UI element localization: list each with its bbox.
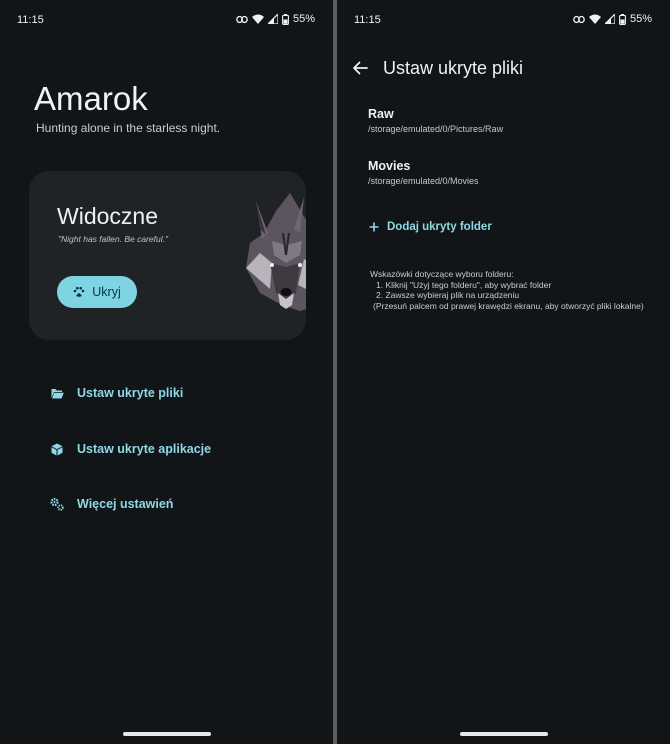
battery-icon: [282, 13, 289, 25]
status-icons: 55%: [236, 13, 315, 25]
app-title: Amarok: [34, 80, 148, 117]
folder-open-icon: [50, 386, 64, 400]
hint-step: 2. Zawsze wybieraj plik na urządzeniu: [376, 290, 520, 301]
hide-button[interactable]: Ukryj: [57, 276, 137, 308]
folder-name: Raw: [368, 107, 394, 121]
hint-note: (Przesuń palcem od prawej krawędzi ekran…: [373, 301, 644, 312]
top-app-bar: Ustaw ukryte pliki: [349, 57, 523, 79]
gears-icon: [50, 497, 64, 511]
link-icon: [573, 15, 585, 23]
signal-icon: [267, 14, 278, 24]
hint-step: 1. Kliknij "Użyj tego folderu", aby wybr…: [376, 279, 552, 290]
hidden-files-screen: 11:15 55% Ustaw ukryte pliki Raw /storag…: [337, 0, 670, 744]
hide-button-label: Ukryj: [92, 285, 121, 299]
gesture-nav-bar[interactable]: [122, 732, 211, 736]
paw-icon: [73, 286, 85, 297]
status-card-title: Widoczne: [57, 203, 158, 229]
plus-icon: [369, 222, 379, 232]
battery-percent: 55%: [292, 13, 315, 25]
signal-icon: [604, 14, 615, 24]
menu-item-hidden-files[interactable]: Ustaw ukryte pliki: [50, 386, 183, 400]
page-title: Ustaw ukryte pliki: [383, 57, 524, 78]
status-card-subtitle: "Night has fallen. Be careful.": [58, 234, 168, 244]
status-bar: 11:15 55%: [17, 13, 315, 29]
wifi-icon: [251, 14, 264, 24]
hints-heading: Wskazówki dotyczące wyboru folderu:: [370, 269, 514, 279]
add-folder-label: Dodaj ukryty folder: [387, 221, 492, 233]
status-icons: 55%: [573, 13, 652, 25]
cube-icon: [50, 442, 64, 456]
app-tagline: Hunting alone in the starless night.: [36, 121, 221, 135]
wolf-head-image: [246, 193, 306, 311]
wifi-icon: [588, 14, 601, 24]
status-time: 11:15: [354, 14, 381, 26]
menu-item-label: Ustaw ukryte pliki: [77, 386, 184, 400]
menu-item-more-settings[interactable]: Więcej ustawień: [50, 497, 173, 511]
home-screen: 11:15 55% Amarok Hunting alone in the st…: [0, 0, 333, 744]
link-icon: [236, 15, 248, 23]
folder-name: Movies: [368, 159, 411, 173]
status-card: Widoczne "Night has fallen. Be careful."…: [29, 171, 306, 340]
back-arrow-icon[interactable]: [349, 57, 371, 79]
add-hidden-folder-button[interactable]: Dodaj ukryty folder: [369, 221, 492, 233]
gesture-nav-bar[interactable]: [459, 732, 548, 736]
folder-path: /storage/emulated/0/Pictures/Raw: [368, 124, 504, 134]
menu-item-label: Więcej ustawień: [77, 497, 174, 511]
folder-item-raw[interactable]: Raw /storage/emulated/0/Pictures/Raw: [368, 107, 503, 134]
folder-path: /storage/emulated/0/Movies: [368, 176, 479, 186]
folder-selection-hints: Wskazówki dotyczące wyboru folderu: 1. K…: [370, 269, 644, 312]
status-time: 11:15: [17, 14, 44, 26]
battery-icon: [619, 13, 626, 25]
folder-item-movies[interactable]: Movies /storage/emulated/0/Movies: [368, 159, 479, 186]
status-bar: 11:15 55%: [354, 13, 652, 29]
menu-item-hidden-apps[interactable]: Ustaw ukryte aplikacje: [50, 442, 211, 456]
battery-percent: 55%: [629, 13, 652, 25]
menu-item-label: Ustaw ukryte aplikacje: [77, 442, 212, 456]
